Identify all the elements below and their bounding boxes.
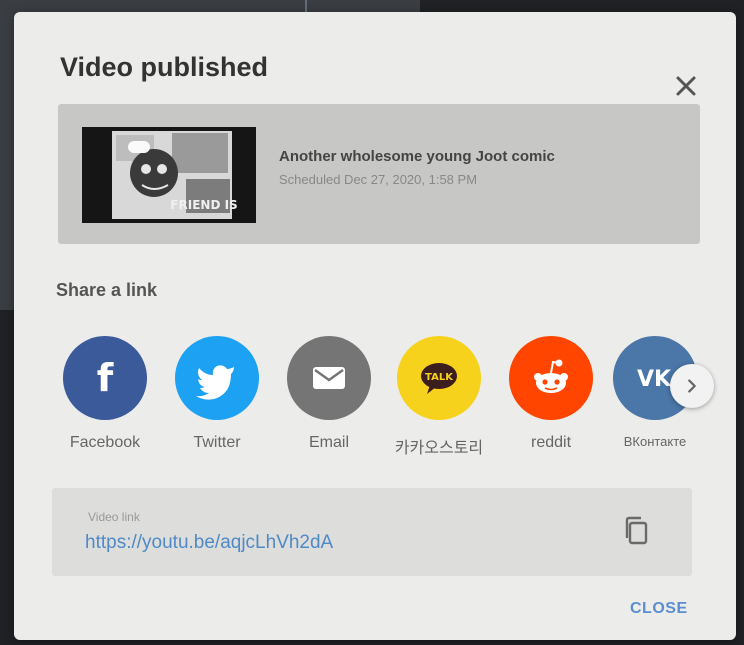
chevron-right-icon[interactable] [670,364,714,408]
video-published-dialog: Video published FRIEND IS Another wholes… [14,12,736,640]
share-reddit[interactable]: reddit [496,336,606,452]
svg-text:f: f [97,356,114,400]
share-options: f Facebook Twitter Email TALK 카카오스토리 red… [14,336,736,476]
video-title: Another wholesome young Joot comic [279,148,555,165]
share-label-facebook: Facebook [69,434,141,451]
thumbnail-caption: FRIEND IS [170,198,237,212]
svg-text:VK: VK [637,367,672,392]
facebook-icon: f [63,336,147,420]
share-email[interactable]: Email [274,336,384,452]
share-label-reddit: reddit [530,434,572,451]
share-twitter[interactable]: Twitter [162,336,272,452]
dialog-title: Video published [60,52,269,82]
share-label-twitter: Twitter [193,434,241,451]
kakaostory-icon: TALK [397,336,481,420]
video-summary-card: FRIEND IS Another wholesome young Joot c… [58,104,700,244]
video-thumbnail[interactable]: FRIEND IS [82,127,256,223]
share-label-email: Email [308,434,349,451]
video-link-url[interactable]: https://youtu.be/aqjcLhVh2dA [85,532,333,554]
twitter-icon [175,336,259,420]
share-facebook[interactable]: f Facebook [50,336,160,452]
video-link-label: Video link [88,510,140,524]
video-schedule: Scheduled Dec 27, 2020, 1:58 PM [279,172,478,187]
share-label-kakaostory: 카카오스토리 [394,440,484,457]
close-button[interactable]: CLOSE [630,600,688,618]
close-icon[interactable] [670,70,702,102]
video-link-box: Video link https://youtu.be/aqjcLhVh2dA [52,488,692,576]
share-label-vk: ВКонтакте [623,434,687,449]
share-kakaostory[interactable]: TALK 카카오스토리 [384,336,494,458]
share-heading: Share a link [56,280,158,300]
copy-icon[interactable] [620,514,654,548]
reddit-icon [509,336,593,420]
kakao-talk-badge: TALK [425,372,454,383]
email-icon [287,336,371,420]
